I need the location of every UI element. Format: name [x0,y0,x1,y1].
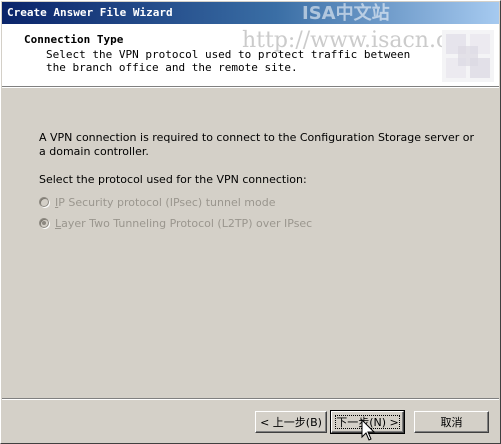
wizard-header: http://www.isacn.org Connection Type Sel… [2,24,499,86]
site-watermark: ISA中文站 [302,3,390,24]
l2tp-label-rest: ayer Two Tunneling Protocol (L2TP) over … [61,216,313,230]
back-button[interactable]: < 上一步(B) [255,411,327,433]
ipsec-tunnel-option[interactable]: IP Security protocol (IPsec) tunnel mode [39,194,275,210]
cancel-button[interactable]: 取消 [414,411,489,433]
radio-l2tp-icon[interactable] [39,218,49,228]
intro-text: A VPN connection is required to connect … [39,131,475,158]
page-title: Connection Type [24,33,124,46]
radio-ipsec-icon[interactable] [39,197,49,207]
wizard-window: Create Answer File Wizard ISA中文站 http://… [0,0,501,444]
cancel-button-label: 取消 [440,416,463,429]
ipsec-option-label: IP Security protocol (IPsec) tunnel mode [55,196,275,209]
footer-divider-highlight [2,399,499,400]
header-divider-highlight [2,87,499,88]
l2tp-ipsec-option[interactable]: Layer Two Tunneling Protocol (L2TP) over… [39,215,312,231]
l2tp-option-label: Layer Two Tunneling Protocol (L2TP) over… [55,217,312,230]
protocol-prompt: Select the protocol used for the VPN con… [39,173,307,186]
page-subtitle: Select the VPN protocol used to protect … [46,48,411,74]
wizard-banner-graphic-icon [442,30,494,82]
title-bar[interactable]: Create Answer File Wizard ISA中文站 [2,2,499,24]
window-title: Create Answer File Wizard [7,6,173,19]
ipsec-label-rest: P Security protocol (IPsec) tunnel mode [58,195,276,209]
mouse-pointer-icon [361,419,376,441]
back-button-label: < 上一步(B) [260,416,322,429]
